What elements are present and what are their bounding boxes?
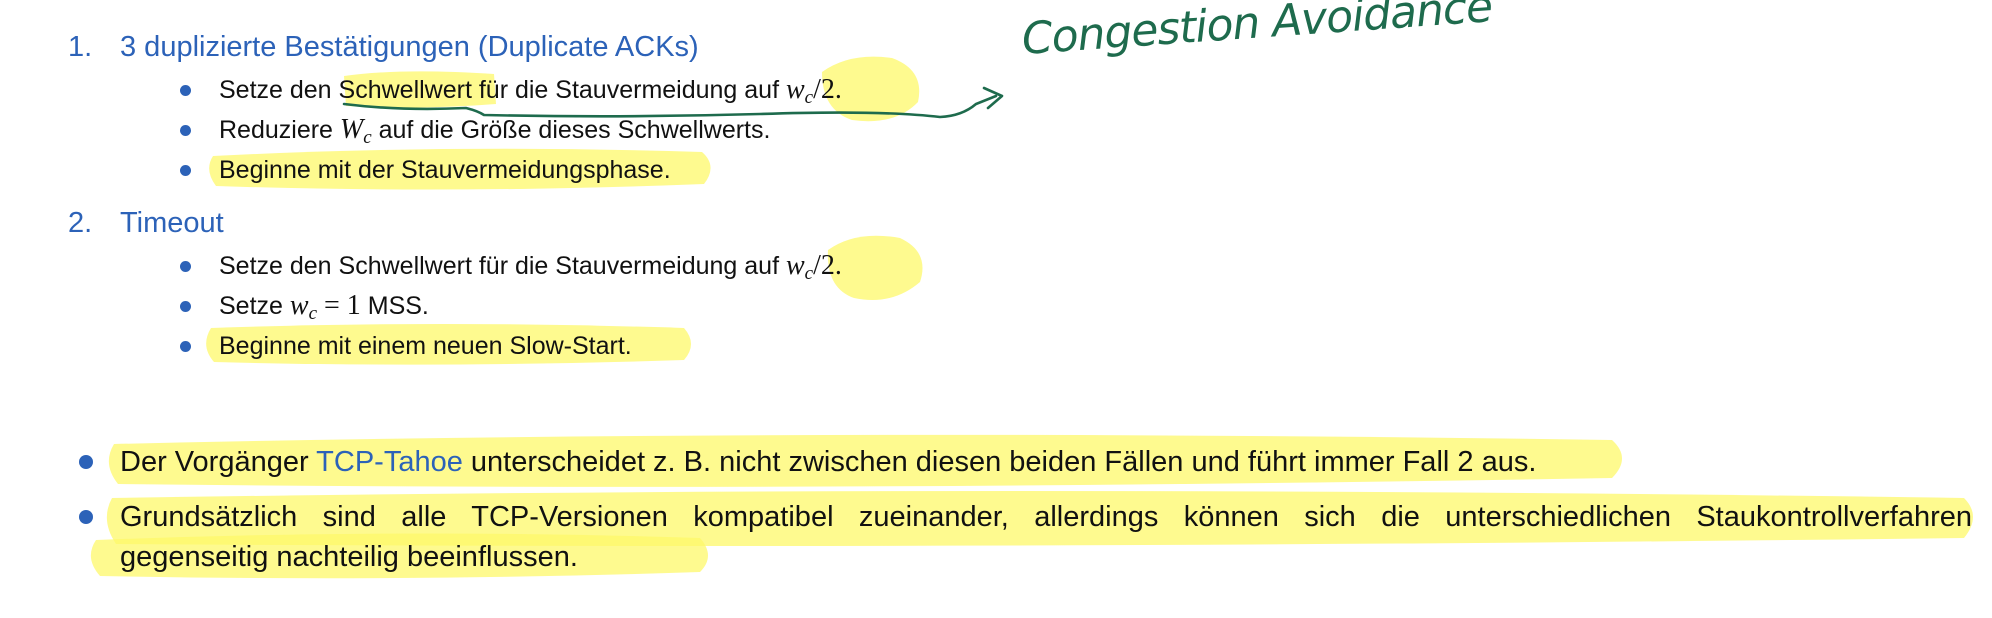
bullet-dot xyxy=(79,455,93,469)
section-2-item-2: Setze wc = 1 MSS. xyxy=(219,291,429,329)
highlight-wc-half-2 xyxy=(827,235,923,300)
bullet-dot xyxy=(180,301,191,312)
section-1-item-1: Setze den Schwellwert für die Stauvermei… xyxy=(219,75,842,113)
item-text: Setze den Schwellwert für die Stauvermei… xyxy=(219,252,786,280)
section-2-item-1: Setze den Schwellwert für die Stauvermei… xyxy=(219,251,842,289)
item-text: Beginne mit einem neuen Slow-Start. xyxy=(219,332,632,360)
handwritten-annotation: Congestion Avoidance xyxy=(1020,0,1494,65)
item-text: Der Vorgänger xyxy=(120,446,317,478)
section-2-number: 2. xyxy=(68,207,93,239)
item-text: Setze xyxy=(219,292,290,320)
bullet-line-1: Grundsätzlich sind alle TCP-Versionen ko… xyxy=(120,501,1972,533)
section-1-item-3: Beginne mit der Stauvermeidungsphase. xyxy=(219,155,671,185)
item-text: Reduziere xyxy=(219,116,340,144)
math-var: w xyxy=(289,290,309,321)
math-var: W xyxy=(339,114,364,145)
bullet-dot xyxy=(180,125,191,136)
math-wc: wc xyxy=(785,74,814,109)
math-eq: = 1 xyxy=(317,290,361,321)
bullet-dot xyxy=(180,165,191,176)
link-tcp-tahoe[interactable]: TCP-Tahoe xyxy=(316,446,463,478)
math-var: w xyxy=(785,74,805,105)
section-1-title: 3 duplizierte Bestätigungen (Duplicate A… xyxy=(120,31,699,63)
math-sub: c xyxy=(363,127,372,148)
term-schwellwert: Schwellwert xyxy=(338,76,472,104)
math-tail: /2. xyxy=(813,250,842,281)
math-sub: c xyxy=(804,87,814,108)
math-Wc: Wc xyxy=(339,114,372,149)
bullet-dot xyxy=(180,85,191,96)
math-wc: wc xyxy=(289,290,317,325)
item-text: unterscheidet z. B. nicht zwischen diese… xyxy=(462,446,1537,478)
bullet-compatibility: Grundsätzlich sind alle TCP-Versionen ko… xyxy=(120,497,1972,577)
item-text: für die Stauvermeidung auf xyxy=(471,76,786,104)
math-wc: wc xyxy=(785,250,814,285)
section-1-number: 1. xyxy=(68,31,93,63)
bullet-dot xyxy=(180,261,191,272)
math-var: w xyxy=(785,250,805,281)
item-text: auf die Größe dieses Schwellwerts. xyxy=(371,116,771,144)
bullet-dot xyxy=(180,341,191,352)
item-text: MSS. xyxy=(360,292,429,320)
math-sub: c xyxy=(308,303,317,324)
section-2-item-3: Beginne mit einem neuen Slow-Start. xyxy=(219,331,632,361)
arrow-head-icon xyxy=(982,86,1004,110)
math-sub: c xyxy=(804,263,814,284)
item-text: Setze den xyxy=(219,76,339,104)
item-text: Beginne mit der Stauvermeidungsphase. xyxy=(219,156,671,184)
bullet-dot xyxy=(79,510,93,524)
section-2-title: Timeout xyxy=(120,207,224,239)
bullet-tahoe: Der Vorgänger TCP-Tahoe unterscheidet z.… xyxy=(120,442,1536,482)
bullet-line-2: gegenseitig nachteilig beeinflussen. xyxy=(120,541,578,573)
section-1-item-2: Reduziere Wc auf die Größe dieses Schwel… xyxy=(219,115,770,153)
math-tail: /2. xyxy=(813,74,842,105)
